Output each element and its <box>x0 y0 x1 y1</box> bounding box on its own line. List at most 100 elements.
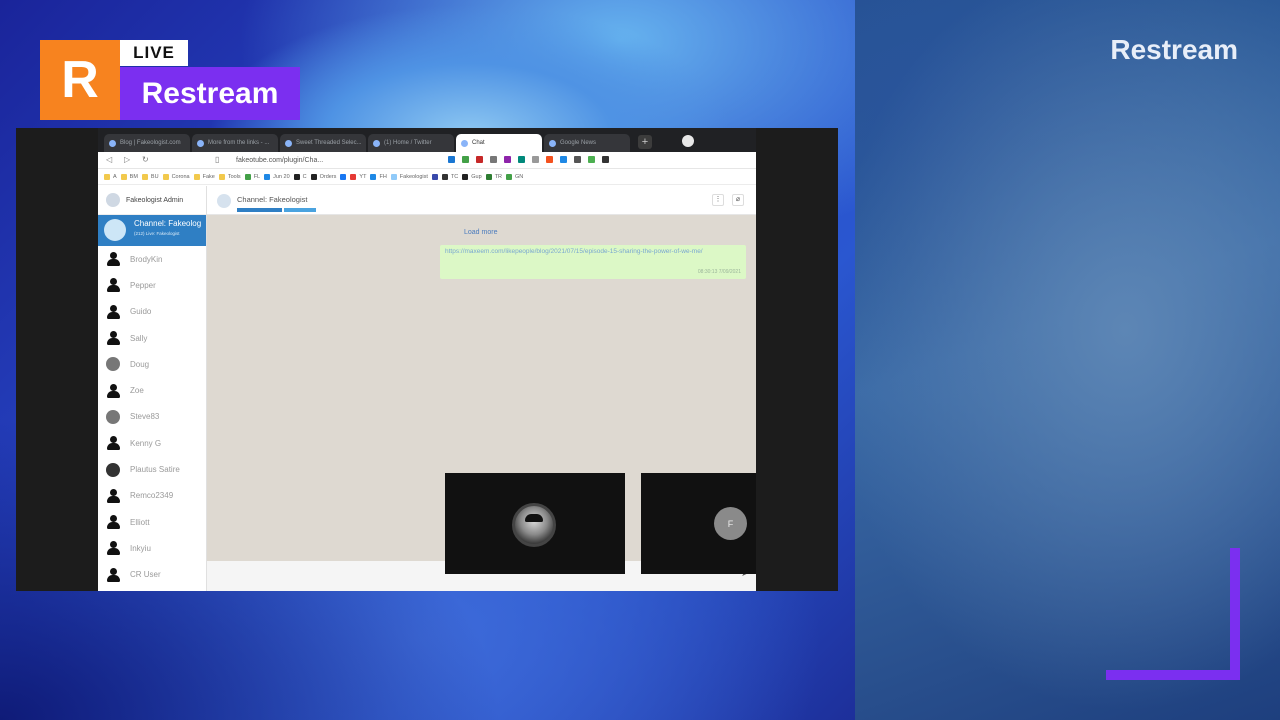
admin-bar[interactable]: Fakeologist Admin <box>98 186 206 215</box>
extension-icon[interactable] <box>518 156 525 163</box>
bookmark-item[interactable]: C <box>293 173 307 180</box>
bookmark-item[interactable]: FL <box>244 173 260 180</box>
extension-icon[interactable] <box>574 156 581 163</box>
bookmark-item[interactable] <box>431 173 438 180</box>
user-silhouette-icon <box>106 383 120 399</box>
user-silhouette-icon <box>106 277 120 293</box>
extension-icon[interactable] <box>490 156 497 163</box>
favicon-icon <box>109 140 116 147</box>
site-icon <box>244 173 251 180</box>
badge <box>284 208 316 212</box>
bookmark-item[interactable]: TR <box>485 173 502 180</box>
brand-watermark: Restream <box>1110 34 1238 65</box>
tab-settings-icon[interactable] <box>682 135 694 147</box>
bookmark-item[interactable]: FH <box>370 173 387 180</box>
message-link[interactable]: https://maxeem.com/likepeople/blog/2021/… <box>445 248 703 255</box>
user-list-item[interactable]: Kenny G <box>98 430 206 456</box>
bookmark-item[interactable]: Jun 20 <box>264 173 290 180</box>
user-silhouette-icon <box>106 567 120 583</box>
favicon-icon <box>461 140 468 147</box>
bookmark-item[interactable] <box>340 173 347 180</box>
bookmark-item[interactable]: Fakeologist <box>390 173 428 180</box>
user-silhouette-icon <box>106 488 120 504</box>
bookmark-item[interactable]: YT <box>350 173 366 180</box>
site-icon <box>441 173 448 180</box>
user-silhouette-icon <box>106 304 120 320</box>
user-list-item[interactable]: CR User <box>98 562 206 588</box>
load-more-link[interactable]: Load more <box>464 229 497 236</box>
user-list-item[interactable]: Plautus Satire <box>98 456 206 482</box>
chat-sidebar: Fakeologist Admin Channel: Fakeolog (212… <box>98 186 207 591</box>
folder-icon <box>218 173 225 180</box>
extension-icon[interactable] <box>448 156 455 163</box>
user-list-item[interactable]: Elliott <box>98 509 206 535</box>
participant-camera-avatar <box>512 503 556 547</box>
user-list-item[interactable]: Pepper <box>98 272 206 298</box>
browser-tab[interactable]: Blog | Fakeologist.com <box>104 134 190 152</box>
site-icon <box>390 173 397 180</box>
channel-item-active[interactable]: Channel: Fakeolog (212) Live: Fakeologis… <box>98 215 206 246</box>
user-list-item[interactable]: Inkyiu <box>98 535 206 561</box>
participant-video-tile: F <box>641 473 756 574</box>
user-silhouette-icon <box>106 514 120 530</box>
folder-icon <box>141 173 148 180</box>
site-icon <box>485 173 492 180</box>
extension-icon[interactable] <box>560 156 567 163</box>
favicon-icon <box>285 140 292 147</box>
user-photo-avatar <box>106 409 120 424</box>
user-list-item[interactable]: Doug <box>98 351 206 377</box>
channel-avatar <box>217 194 231 208</box>
address-bar[interactable]: fakeotube.com/plugin/Cha... <box>228 154 358 167</box>
chat-message-bubble[interactable]: https://maxeem.com/likepeople/blog/2021/… <box>440 245 746 279</box>
restream-logo-icon: R <box>40 40 120 120</box>
user-silhouette-icon <box>106 435 120 451</box>
user-photo-avatar <box>106 357 120 372</box>
reload-icon[interactable]: ↻ <box>142 155 149 164</box>
bookmark-item[interactable]: A <box>104 173 117 180</box>
folder-icon <box>104 173 110 180</box>
bookmark-item[interactable]: Tools <box>218 173 241 180</box>
attachment-icon[interactable]: ⌀ <box>732 194 744 206</box>
user-list-item[interactable]: Guido <box>98 299 206 325</box>
site-icon <box>370 173 377 180</box>
folder-icon <box>193 173 200 180</box>
favicon-icon <box>197 140 204 147</box>
browser-tab-bar: Blog | Fakeologist.com More from the lin… <box>98 128 756 152</box>
favicon-icon <box>373 140 380 147</box>
bookmark-item[interactable]: GN <box>506 173 523 180</box>
folder-icon <box>162 173 169 180</box>
bookmark-item[interactable]: Gup <box>462 173 482 180</box>
bookmark-item[interactable]: BU <box>141 173 159 180</box>
bookmark-item[interactable]: TC <box>441 173 458 180</box>
extension-icon[interactable] <box>504 156 511 163</box>
user-list-item[interactable]: Sally <box>98 325 206 351</box>
extension-icon[interactable] <box>532 156 539 163</box>
user-list-item[interactable]: BrodyKin <box>98 246 206 272</box>
brand-banner: Restream <box>120 67 300 120</box>
bookmark-item[interactable]: BM <box>120 173 138 180</box>
extensions-menu-icon[interactable] <box>602 156 609 163</box>
menu-kebab-icon[interactable]: ⋮ <box>712 194 724 206</box>
browser-tab[interactable]: (1) Home / Twitter <box>368 134 454 152</box>
extension-icon[interactable] <box>462 156 469 163</box>
new-tab-button[interactable]: + <box>638 135 652 149</box>
browser-tab[interactable]: More from the links - ... <box>192 134 278 152</box>
bookmark-item[interactable]: Orders <box>310 173 336 180</box>
browser-tab[interactable]: Google News <box>544 134 630 152</box>
corner-bracket-decoration <box>1106 548 1240 680</box>
back-icon[interactable]: ◁ <box>106 155 112 164</box>
browser-tab-active[interactable]: Chat <box>456 134 542 152</box>
bookmark-item[interactable]: Corona <box>162 173 190 180</box>
browser-tab[interactable]: Sweet Threaded Selec... <box>280 134 366 152</box>
extension-icon[interactable] <box>546 156 553 163</box>
admin-avatar <box>106 193 120 207</box>
user-list-item[interactable]: Steve83 <box>98 404 206 430</box>
bookmark-item[interactable]: Fake <box>193 173 215 180</box>
user-list-item[interactable]: Remco2349 <box>98 483 206 509</box>
user-list-item[interactable]: Zoe <box>98 377 206 403</box>
forward-icon[interactable]: ▷ <box>124 155 130 164</box>
bookmark-icon[interactable]: ▯ <box>215 155 219 164</box>
extension-icon[interactable] <box>476 156 483 163</box>
extension-icon[interactable] <box>588 156 595 163</box>
site-icon <box>506 173 513 180</box>
